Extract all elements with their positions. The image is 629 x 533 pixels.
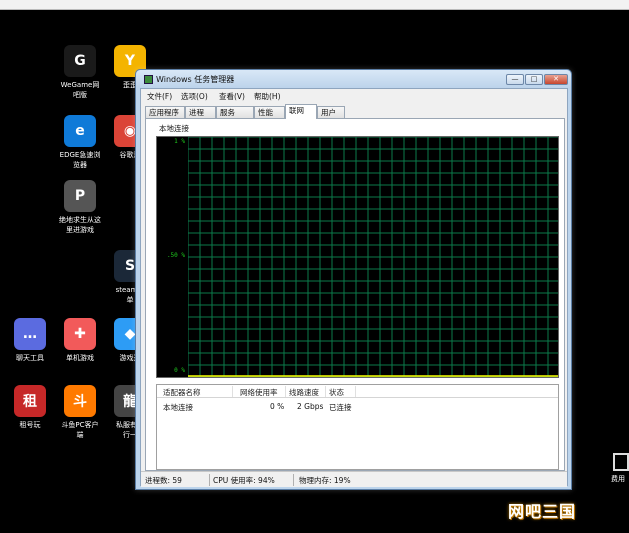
desktop-icon[interactable]: G WeGame网 吧版 xyxy=(54,45,106,100)
menu-options[interactable]: 选项(O) xyxy=(181,91,208,102)
top-window-strip xyxy=(0,0,629,10)
y-axis: 1 % .50 % 0 % xyxy=(157,137,187,377)
tab-applications[interactable]: 应用程序 xyxy=(145,106,185,118)
desktop-icon-label: WeGame网 吧版 xyxy=(60,81,100,99)
tab-performance[interactable]: 性能 xyxy=(254,106,285,118)
desktop-icon-label: 聊天工具 xyxy=(16,354,44,362)
tab-networking[interactable]: 联网 xyxy=(285,104,317,119)
minimize-button[interactable]: — xyxy=(506,74,524,85)
networking-panel: 本地连接 1 % .50 % 0 % 适配器名称 网络使用率 线路速度 状态 本… xyxy=(145,118,565,471)
desktop-icon-label: 租号玩 xyxy=(19,421,41,429)
column-adapter-name[interactable]: 适配器名称 xyxy=(163,387,201,398)
desktop-icon[interactable]: e EDGE急速浏 览器 xyxy=(54,115,106,170)
app-icon: … xyxy=(14,318,46,350)
tab-services[interactable]: 服务 xyxy=(216,106,254,118)
title-bar[interactable]: Windows 任务管理器 — □ ✕ xyxy=(136,70,571,88)
window-client: 文件(F) 选项(O) 查看(V) 帮助(H) 应用程序 进程 服务 性能 联网… xyxy=(140,88,568,487)
tab-users[interactable]: 用户 xyxy=(317,106,345,118)
y-tick-label: .50 % xyxy=(166,252,185,259)
graph-grid xyxy=(188,137,558,377)
close-button[interactable]: ✕ xyxy=(544,74,568,85)
column-network-utilization[interactable]: 网络使用率 xyxy=(240,387,278,398)
status-processes: 进程数: 59 xyxy=(145,476,182,485)
app-icon: ✚ xyxy=(64,318,96,350)
desktop-icon-label: EDGE急速浏 览器 xyxy=(59,151,101,169)
task-manager-icon xyxy=(144,75,153,84)
column-link-speed[interactable]: 线路速度 xyxy=(289,387,319,398)
desktop-icon[interactable]: P 绝地求生从这 里进游戏 xyxy=(54,180,106,235)
task-manager-window: Windows 任务管理器 — □ ✕ 文件(F) 选项(O) 查看(V) 帮助… xyxy=(135,69,572,490)
desktop-icon-label: 单机游戏 xyxy=(66,354,94,362)
desktop-icon[interactable]: ✚ 单机游戏 xyxy=(54,318,106,363)
billing-icon-label: 费用 xyxy=(611,475,625,483)
y-tick-label: 1 % xyxy=(174,138,185,145)
cell-state: 已连接 xyxy=(329,403,352,412)
desktop-icon[interactable]: 斗斗鱼PC客户 端 xyxy=(54,385,106,440)
desktop-icon[interactable]: … 聊天工具 xyxy=(4,318,56,363)
y-tick-label: 0 % xyxy=(174,367,185,374)
billing-icon[interactable]: 费用 xyxy=(611,453,629,485)
adapter-list[interactable]: 适配器名称 网络使用率 线路速度 状态 本地连接 0 % 2 Gbps 已连接 xyxy=(156,384,559,470)
cell-link-speed: 2 Gbps xyxy=(297,402,324,411)
window-title: Windows 任务管理器 xyxy=(156,75,235,84)
menu-file[interactable]: 文件(F) xyxy=(147,91,172,102)
app-icon: P xyxy=(64,180,96,212)
column-state[interactable]: 状态 xyxy=(329,387,344,398)
desktop-icon-label: 绝地求生从这 里进游戏 xyxy=(59,216,101,234)
desktop-icon-label: 斗鱼PC客户 端 xyxy=(61,421,99,439)
tab-processes[interactable]: 进程 xyxy=(185,106,216,118)
maximize-button[interactable]: □ xyxy=(525,74,543,85)
cell-adapter-name: 本地连接 xyxy=(163,403,193,412)
menu-view[interactable]: 查看(V) xyxy=(219,91,245,102)
watermark: 网吧三国 xyxy=(508,502,577,521)
status-bar: 进程数: 59 CPU 使用率: 94% 物理内存: 19% xyxy=(141,471,567,487)
cell-utilization: 0 % xyxy=(270,402,285,411)
network-graph: 1 % .50 % 0 % xyxy=(156,136,559,378)
app-icon: G xyxy=(64,45,96,77)
connection-title: 本地连接 xyxy=(159,124,189,133)
status-cpu: CPU 使用率: 94% xyxy=(213,476,275,485)
app-icon: e xyxy=(64,115,96,147)
app-icon: 斗 xyxy=(64,385,96,417)
menu-help[interactable]: 帮助(H) xyxy=(254,91,281,102)
status-memory: 物理内存: 19% xyxy=(299,476,351,485)
adapter-list-header: 适配器名称 网络使用率 线路速度 状态 xyxy=(157,385,558,398)
desktop-icon[interactable]: 租租号玩 xyxy=(4,385,56,430)
menu-bar: 文件(F) 选项(O) 查看(V) 帮助(H) xyxy=(141,89,567,101)
app-icon: 租 xyxy=(14,385,46,417)
